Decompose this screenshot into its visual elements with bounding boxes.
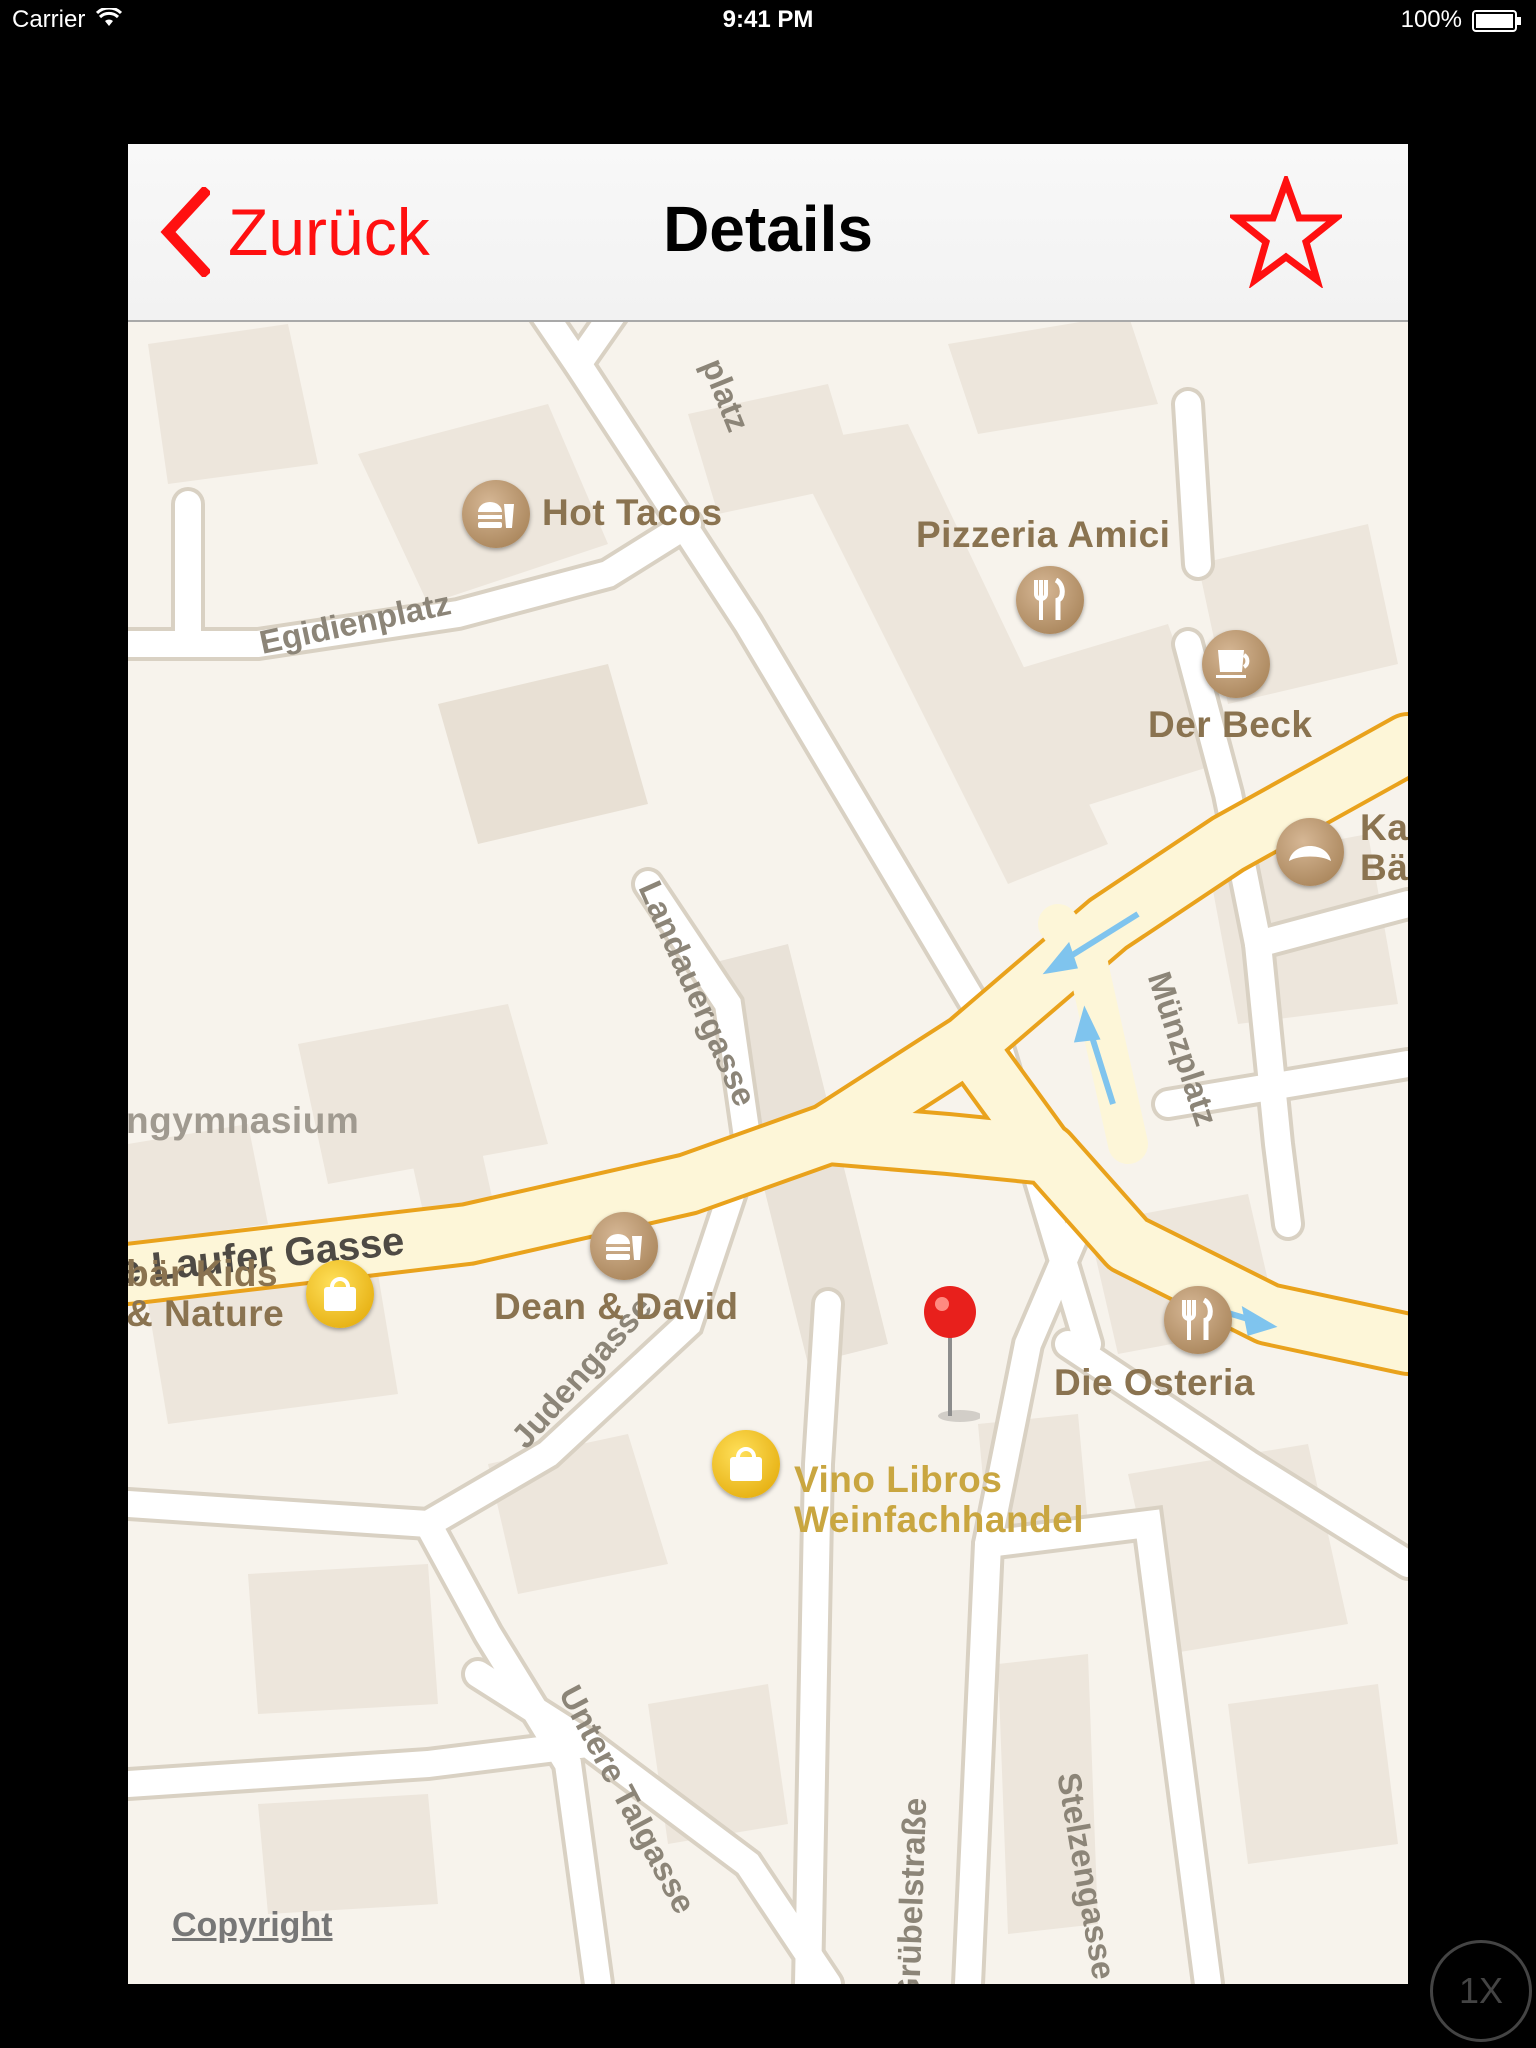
place-label-der-beck: Der Beck	[1148, 704, 1313, 745]
place-label-pizzeria-amici: Pizzeria Amici	[916, 514, 1171, 555]
place-label-bakery-line1: Ka	[1360, 807, 1408, 848]
clock: 9:41 PM	[722, 6, 814, 33]
restaurant-icon[interactable]	[1016, 566, 1084, 634]
star-icon[interactable]	[1230, 176, 1342, 288]
shopping-bag-icon[interactable]	[306, 1260, 374, 1328]
fastfood-icon[interactable]	[590, 1212, 658, 1280]
map-view[interactable]: platz Egidienplatz Landauergasse Münzpla…	[128, 144, 1408, 1984]
place-label-kids-nature-line2: & Nature	[128, 1293, 285, 1334]
location-pin-icon[interactable]	[920, 1284, 980, 1424]
place-label-vino-line1: Vino Libros	[794, 1459, 1003, 1500]
zoom-badge[interactable]: 1X	[1430, 1940, 1532, 2042]
copyright-link[interactable]: Copyright	[172, 1906, 333, 1945]
place-label-kids-nature-line1: bär Kids	[128, 1253, 279, 1294]
coffee-cup-icon[interactable]	[1202, 630, 1270, 698]
street-label-gruebelstrasse: Grübelstraße	[889, 1797, 934, 1984]
place-label-kids-nature: bär Kids & Nature	[128, 1254, 284, 1334]
place-label-gymnasium: ngymnasium	[128, 1100, 360, 1141]
place-label-vino-line2: Weinfachhandel	[794, 1499, 1085, 1540]
status-bar: Carrier 9:41 PM 100%	[0, 0, 1536, 40]
place-label-bakery-line2: Bä	[1360, 847, 1408, 888]
bakery-croissant-icon[interactable]	[1276, 818, 1344, 886]
place-label-die-osteria: Die Osteria	[1054, 1362, 1255, 1403]
navigation-bar: Zurück Details	[128, 144, 1408, 322]
page-title: Details	[663, 193, 873, 265]
place-label-vino-libros: Vino Libros Weinfachhandel	[794, 1460, 1084, 1540]
place-label-dean-david: Dean & David	[494, 1286, 739, 1327]
details-modal: platz Egidienplatz Landauergasse Münzpla…	[128, 144, 1408, 1984]
place-label-hot-tacos: Hot Tacos	[542, 492, 723, 533]
fastfood-icon[interactable]	[462, 480, 530, 548]
battery-icon	[1472, 10, 1521, 32]
shopping-bag-icon[interactable]	[712, 1430, 780, 1498]
restaurant-icon[interactable]	[1164, 1286, 1232, 1354]
place-label-bakery: Ka Bä	[1360, 808, 1408, 888]
map-canvas	[128, 144, 1408, 1984]
battery-percent: 100%	[1400, 6, 1462, 33]
